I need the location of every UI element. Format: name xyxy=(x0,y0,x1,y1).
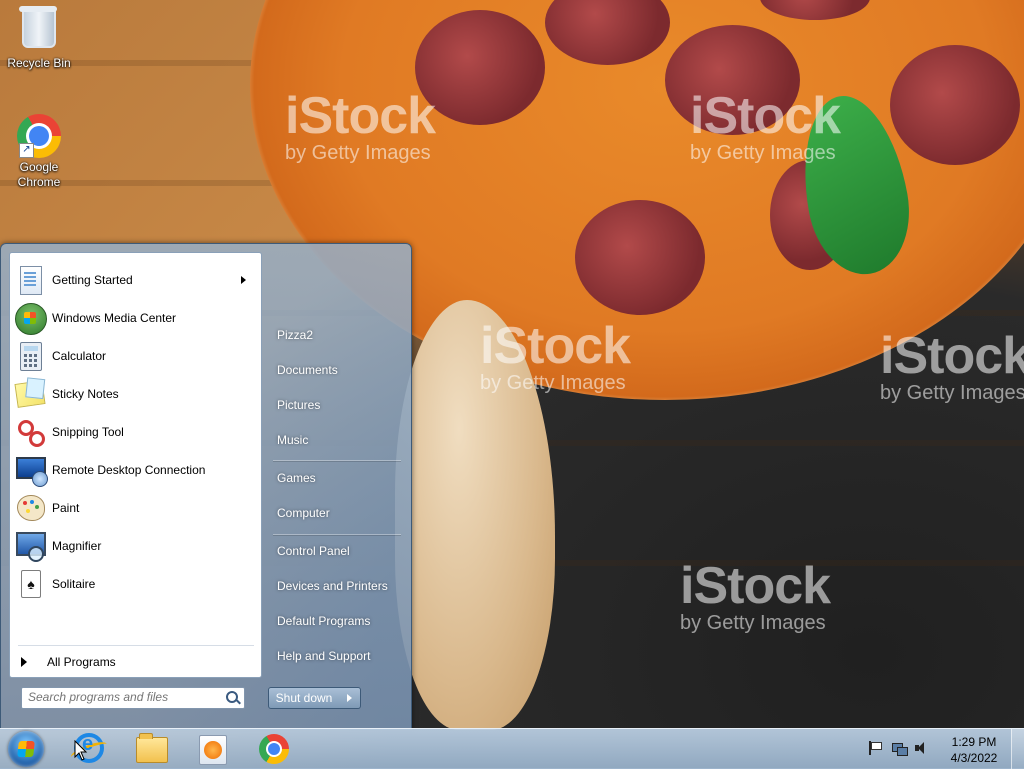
all-programs-label: All Programs xyxy=(47,655,116,669)
snipping-tool-icon xyxy=(14,416,46,448)
watermark: iStock by Getty Images xyxy=(690,87,841,164)
desktop-icon-recycle-bin[interactable]: Recycle Bin xyxy=(1,6,77,70)
program-snipping-tool[interactable]: Snipping Tool xyxy=(13,414,258,450)
chrome-icon xyxy=(259,734,289,764)
windows-media-center-icon xyxy=(14,302,47,335)
clock-time: 1:29 PM xyxy=(951,735,997,749)
watermark: iStock by Getty Images xyxy=(880,327,1024,404)
folder-icon xyxy=(136,733,168,763)
program-solitaire[interactable]: ♠ Solitaire xyxy=(13,566,258,602)
divider xyxy=(273,534,401,535)
start-button[interactable] xyxy=(8,731,44,767)
chrome-icon: ↗ xyxy=(17,114,61,158)
start-link-devices-and-printers[interactable]: Devices and Printers xyxy=(271,571,407,601)
volume-icon[interactable] xyxy=(915,741,929,755)
start-link-help-and-support[interactable]: Help and Support xyxy=(271,641,407,671)
program-label: Getting Started xyxy=(52,273,133,287)
mouse-cursor-icon xyxy=(74,740,88,761)
sticky-notes-icon xyxy=(14,378,46,410)
start-search-box[interactable] xyxy=(21,687,245,709)
program-label: Magnifier xyxy=(52,539,102,553)
taskbar: 1:29 PM 4/3/2022 xyxy=(0,728,1024,769)
program-getting-started[interactable]: Getting Started xyxy=(13,262,258,298)
search-icon[interactable] xyxy=(226,691,238,703)
program-label: Windows Media Center xyxy=(52,311,177,325)
taskbar-clock[interactable]: 1:29 PM 4/3/2022 xyxy=(940,734,1008,766)
program-label: Sticky Notes xyxy=(52,387,119,401)
paint-icon xyxy=(14,492,46,524)
program-calculator[interactable]: Calculator xyxy=(13,338,258,374)
program-label: Remote Desktop Connection xyxy=(52,463,206,477)
remote-desktop-icon xyxy=(14,454,48,487)
clock-date: 4/3/2022 xyxy=(950,751,998,765)
start-menu: Getting Started Windows Media Center Cal… xyxy=(0,243,412,730)
watermark: iStock by Getty Images xyxy=(680,557,831,634)
magnifier-icon xyxy=(14,530,46,562)
desktop-icon-label: Recycle Bin xyxy=(7,56,71,70)
program-sticky-notes[interactable]: Sticky Notes xyxy=(13,376,258,412)
shortcut-arrow-icon: ↗ xyxy=(19,143,34,158)
start-link-music[interactable]: Music xyxy=(271,425,407,455)
shutdown-button[interactable]: Shut down xyxy=(268,687,340,709)
program-windows-media-center[interactable]: Windows Media Center xyxy=(13,300,258,336)
program-magnifier[interactable]: Magnifier xyxy=(13,528,258,564)
program-label: Solitaire xyxy=(52,577,96,591)
start-link-games[interactable]: Games xyxy=(271,463,407,493)
program-remote-desktop-connection[interactable]: Remote Desktop Connection xyxy=(13,452,258,488)
all-programs-button[interactable]: All Programs xyxy=(18,651,258,673)
start-link-computer[interactable]: Computer xyxy=(271,498,407,528)
all-programs-arrow-icon xyxy=(21,657,27,667)
network-icon[interactable] xyxy=(892,741,908,756)
taskbar-windows-explorer[interactable] xyxy=(122,731,180,767)
program-label: Snipping Tool xyxy=(52,425,124,439)
program-label: Calculator xyxy=(52,349,107,363)
submenu-arrow-icon[interactable] xyxy=(241,276,246,284)
watermark: iStock by Getty Images xyxy=(285,87,436,164)
start-menu-programs-pane: Getting Started Windows Media Center Cal… xyxy=(9,252,262,678)
taskbar-google-chrome[interactable] xyxy=(245,731,303,767)
watermark: iStock by Getty Images xyxy=(480,317,631,394)
program-paint[interactable]: Paint xyxy=(13,490,258,526)
divider xyxy=(18,645,254,646)
start-link-control-panel[interactable]: Control Panel xyxy=(271,536,407,566)
getting-started-icon xyxy=(14,264,46,296)
show-desktop-button[interactable] xyxy=(1011,729,1024,769)
divider xyxy=(273,460,401,461)
start-link-pictures[interactable]: Pictures xyxy=(271,390,407,420)
start-link-pizza2[interactable]: Pizza2 xyxy=(271,320,407,350)
recycle-bin-icon xyxy=(17,6,61,54)
start-link-default-programs[interactable]: Default Programs xyxy=(271,606,407,636)
action-center-flag-icon[interactable] xyxy=(867,741,882,755)
taskbar-internet-explorer[interactable] xyxy=(60,731,118,767)
program-label: Paint xyxy=(52,501,80,515)
calculator-icon xyxy=(14,340,46,372)
desktop-icon-label: Google Chrome xyxy=(17,160,61,189)
media-player-icon xyxy=(199,735,227,765)
search-input[interactable] xyxy=(22,688,218,706)
solitaire-icon: ♠ xyxy=(14,568,46,600)
desktop-icon-google-chrome[interactable]: ↗ Google Chrome xyxy=(1,114,77,190)
shutdown-options-arrow-icon[interactable] xyxy=(339,687,361,709)
start-link-documents[interactable]: Documents xyxy=(271,355,407,385)
taskbar-media-player[interactable] xyxy=(183,731,241,767)
